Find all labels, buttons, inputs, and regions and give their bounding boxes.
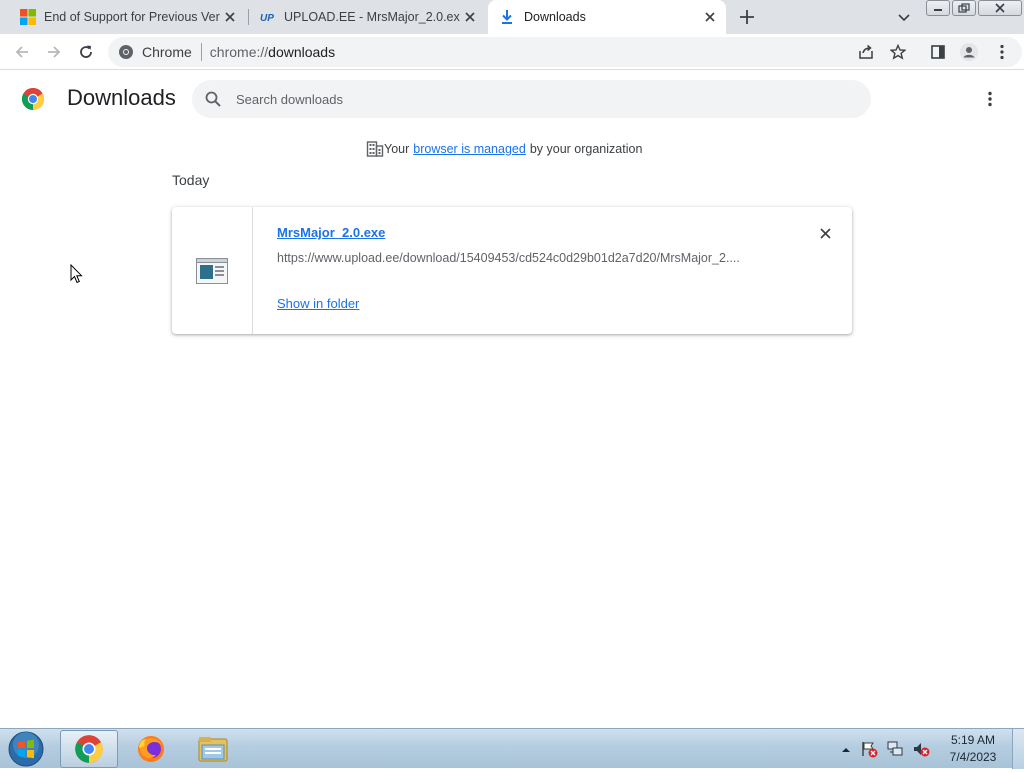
download-file-name-link[interactable]: MrsMajor_2.0.exe <box>277 225 385 240</box>
taskbar-clock[interactable]: 5:19 AM 7/4/2023 <box>940 732 1006 766</box>
managed-link[interactable]: browser is managed <box>413 142 526 156</box>
search-downloads[interactable] <box>192 80 871 118</box>
managed-notice: Your browser is managed by your organiza… <box>366 140 642 158</box>
download-item-card: MrsMajor_2.0.exe https://www.upload.ee/d… <box>172 207 852 334</box>
show-hidden-icons-icon[interactable] <box>840 743 852 755</box>
file-icon-column <box>172 207 253 334</box>
upload-ee-icon: UP <box>260 9 276 25</box>
downloads-header: Downloads <box>0 71 1024 127</box>
date-heading: Today <box>172 172 210 188</box>
restore-button[interactable] <box>952 0 976 16</box>
download-source-url: https://www.upload.ee/download/15409453/… <box>277 251 740 265</box>
reload-icon[interactable] <box>77 43 95 61</box>
show-in-folder-link[interactable]: Show in folder <box>277 296 359 311</box>
system-tray <box>840 729 930 769</box>
search-input[interactable] <box>236 91 836 107</box>
firefox-icon <box>136 734 166 764</box>
taskbar-chrome[interactable] <box>60 730 118 768</box>
tab-separator <box>248 9 249 25</box>
mouse-pointer-icon <box>70 263 84 284</box>
downloads-menu-icon[interactable] <box>982 89 998 109</box>
download-icon <box>500 9 514 25</box>
minimize-button[interactable] <box>926 0 950 16</box>
action-center-flag-icon[interactable] <box>860 740 878 758</box>
url-scheme: chrome:// <box>209 44 269 60</box>
new-tab-button[interactable] <box>737 7 757 27</box>
taskbar: 5:19 AM 7/4/2023 <box>0 728 1024 769</box>
forward-arrow-icon[interactable] <box>45 43 63 61</box>
clock-date: 7/4/2023 <box>949 750 997 764</box>
omnibox-divider <box>200 43 202 61</box>
exe-file-icon <box>196 258 228 284</box>
tab-strip: End of Support for Previous Vers UP UPLO… <box>0 0 1024 34</box>
taskbar-firefox[interactable] <box>122 730 180 768</box>
tab-title: UPLOAD.EE - MrsMajor_2.0.exe - <box>284 10 460 24</box>
file-explorer-icon <box>197 734 229 764</box>
close-window-button[interactable] <box>978 0 1022 16</box>
remove-download-close-icon[interactable] <box>818 226 832 240</box>
tab-end-of-support[interactable]: End of Support for Previous Vers <box>10 0 246 34</box>
profile-avatar-icon[interactable] <box>960 43 978 61</box>
clock-time: 5:19 AM <box>950 733 996 747</box>
bookmark-star-icon[interactable] <box>889 43 907 61</box>
tab-close-icon[interactable] <box>222 9 238 25</box>
chrome-logo-icon <box>21 87 45 111</box>
site-chip-label: Chrome <box>142 44 192 60</box>
volume-muted-icon[interactable] <box>912 740 930 758</box>
back-arrow-icon[interactable] <box>13 43 31 61</box>
tab-search-chevron-icon[interactable] <box>896 9 912 25</box>
browser-toolbar: Chrome chrome://downloads <box>0 34 1024 70</box>
share-icon[interactable] <box>857 43 875 61</box>
site-chip[interactable]: Chrome <box>118 44 192 60</box>
tab-title: Downloads <box>524 10 586 24</box>
chrome-site-icon <box>118 44 134 60</box>
url-text: chrome://downloads <box>210 44 335 60</box>
chrome-icon <box>74 734 104 764</box>
search-icon <box>204 90 222 108</box>
page-title: Downloads <box>67 85 176 110</box>
tab-title: End of Support for Previous Vers <box>44 10 220 24</box>
managed-suffix: by your organization <box>529 142 643 156</box>
svg-text:UP: UP <box>260 13 274 24</box>
managed-prefix: Your <box>384 142 410 156</box>
chrome-menu-icon[interactable] <box>993 43 1011 61</box>
start-button[interactable] <box>6 730 46 768</box>
side-panel-icon[interactable] <box>929 43 947 61</box>
url-path: downloads <box>268 44 336 60</box>
tab-downloads[interactable]: Downloads <box>488 0 726 34</box>
address-bar[interactable]: Chrome chrome://downloads <box>108 37 1022 67</box>
network-icon[interactable] <box>886 740 904 758</box>
tab-upload-ee[interactable]: UP UPLOAD.EE - MrsMajor_2.0.exe - <box>250 0 486 34</box>
show-desktop-button[interactable] <box>1012 729 1024 769</box>
tab-close-icon[interactable] <box>462 9 478 25</box>
building-icon <box>366 140 384 158</box>
tab-close-icon[interactable] <box>702 9 718 25</box>
window-controls <box>926 0 1022 18</box>
taskbar-file-explorer[interactable] <box>184 730 242 768</box>
microsoft-logo-icon <box>20 9 36 25</box>
